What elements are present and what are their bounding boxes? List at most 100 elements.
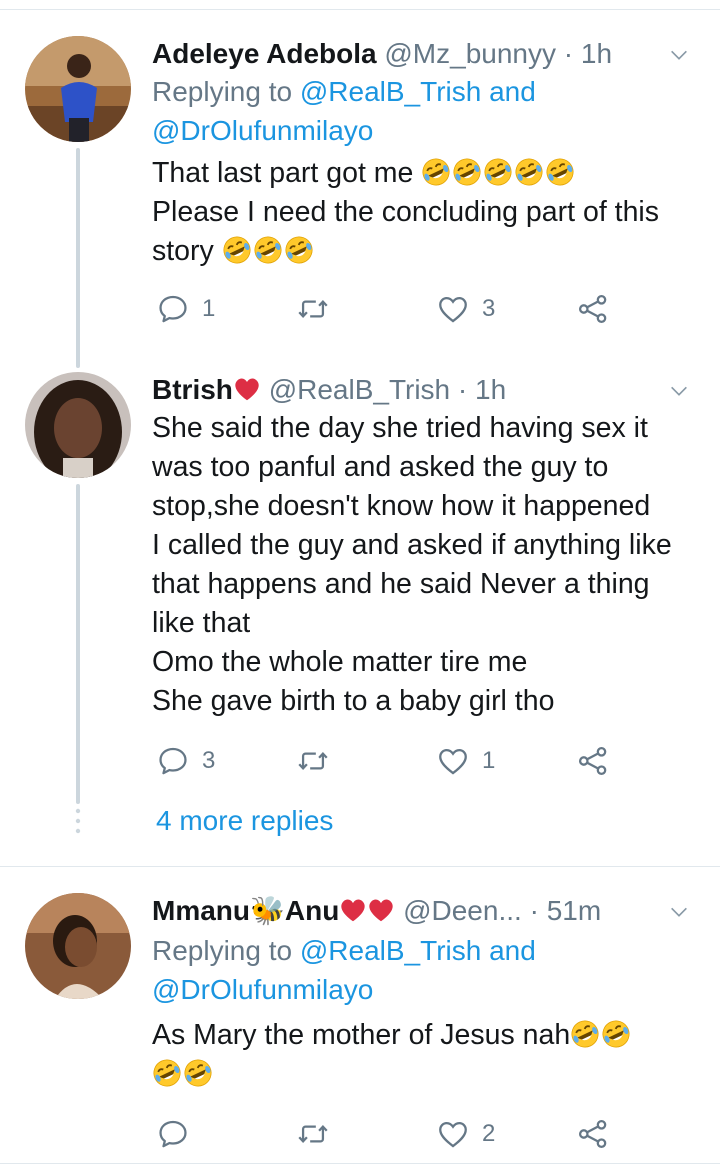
rofl-emoji-icon	[545, 157, 575, 187]
reply-count: 1	[202, 295, 216, 322]
user-handle[interactable]: @Deen...	[403, 895, 522, 926]
tweet-time: 1h	[475, 374, 507, 405]
rofl-emoji-icon	[570, 1019, 600, 1049]
replying-and[interactable]: and	[481, 935, 536, 966]
like-count: 1	[482, 747, 496, 774]
dot-separator: ·	[457, 374, 468, 405]
tweet-header: Adeleye Adebola @Mz_bunnyy · 1h	[152, 36, 660, 72]
tweet-text-line: That last part got me	[152, 157, 422, 189]
display-name-part[interactable]: Anu	[285, 895, 339, 926]
tweet-actions: 2	[152, 1114, 632, 1154]
tweet-header: Mmanu🐝Anu @Deen... · 51m	[152, 893, 660, 929]
display-name[interactable]: Adeleye Adebola	[152, 38, 377, 69]
mention-link[interactable]: @DrOlufunmilayo	[152, 974, 373, 1005]
dot-separator: ·	[563, 38, 574, 69]
tweet-btrish[interactable]: Btrish @RealB_Trish · 1h She said the da…	[0, 372, 720, 804]
tweet-adeleye[interactable]: Adeleye Adebola @Mz_bunnyy · 1h Replying…	[0, 36, 720, 368]
heart-icon	[436, 292, 470, 326]
like-button[interactable]: 3	[436, 289, 495, 329]
tweet-text-line: As Mary the mother of Jesus nah	[152, 1019, 571, 1051]
tweet-mmanu[interactable]: Mmanu🐝Anu @Deen... · 51m Replying to @Re…	[0, 893, 720, 1163]
heart-emoji-icon	[233, 376, 261, 402]
reply-button[interactable]: 3	[156, 741, 215, 781]
more-replies-link[interactable]: 4 more replies	[156, 805, 333, 837]
like-button[interactable]: 2	[436, 1114, 495, 1154]
share-button[interactable]	[576, 741, 610, 781]
retweet-button[interactable]	[296, 741, 342, 781]
retweet-button[interactable]	[296, 1114, 342, 1154]
like-count: 2	[482, 1120, 496, 1147]
tweet-text-line: story	[152, 235, 222, 267]
share-button[interactable]	[576, 289, 610, 329]
tweet-text-line: Omo the whole matter tire me	[152, 646, 528, 678]
tweet-text-line: was too panful and asked the guy to	[152, 451, 609, 483]
tweet-text: That last part got me Please I need the …	[152, 154, 700, 271]
tweet-actions: 3 1	[152, 741, 632, 781]
rofl-emoji-icon	[253, 235, 283, 265]
rofl-emoji-icon	[183, 1058, 213, 1088]
rofl-emoji-icon	[514, 157, 544, 187]
heart-icon	[436, 744, 470, 778]
thread-line	[76, 484, 80, 804]
reply-button[interactable]	[156, 1114, 202, 1154]
mention-link[interactable]: @DrOlufunmilayo	[152, 115, 373, 146]
thread-dots-icon	[75, 808, 81, 834]
reply-icon	[156, 744, 190, 778]
divider	[0, 866, 720, 867]
mention-link[interactable]: @RealB_Trish	[300, 76, 481, 107]
reply-icon	[156, 1117, 190, 1151]
like-button[interactable]: 1	[436, 741, 495, 781]
display-name[interactable]: Mmanu	[152, 895, 250, 926]
divider	[0, 1163, 720, 1164]
display-name[interactable]: Btrish	[152, 374, 233, 405]
tweet-text-line: I called the guy and asked if anything l…	[152, 529, 672, 561]
reply-button[interactable]: 1	[156, 289, 215, 329]
retweet-icon	[296, 744, 330, 778]
tweet-time: 1h	[580, 38, 613, 69]
replying-and[interactable]: and	[481, 76, 536, 107]
tweet-text: She said the day she tried having sex it…	[152, 409, 700, 721]
share-button[interactable]	[576, 1114, 610, 1154]
retweet-icon	[296, 1117, 330, 1151]
share-icon	[576, 1117, 610, 1151]
retweet-icon	[296, 292, 330, 326]
tweet-header: Btrish @RealB_Trish · 1h	[152, 372, 660, 408]
avatar[interactable]	[25, 372, 131, 478]
rofl-emoji-icon	[421, 157, 451, 187]
reply-count: 3	[202, 747, 216, 774]
top-divider	[0, 0, 720, 10]
retweet-button[interactable]	[296, 289, 342, 329]
tweet-text-line: stop,she doesn't know how it happened	[152, 490, 651, 522]
rofl-emoji-icon	[601, 1019, 631, 1049]
dot-separator: ·	[529, 895, 539, 926]
share-icon	[576, 292, 610, 326]
heart-emoji-icon	[367, 897, 395, 923]
chevron-down-icon[interactable]	[668, 901, 690, 923]
thread-line	[76, 148, 80, 368]
rofl-emoji-icon	[152, 1058, 182, 1088]
replying-prefix: Replying to	[152, 76, 300, 107]
avatar[interactable]	[25, 36, 131, 142]
rofl-emoji-icon	[452, 157, 482, 187]
tweet-text-line: that happens and he said Never a thing	[152, 568, 650, 600]
chevron-down-icon[interactable]	[668, 380, 690, 402]
avatar[interactable]	[25, 893, 131, 999]
tweet-text-line: She gave birth to a baby girl tho	[152, 685, 555, 717]
heart-emoji-icon	[339, 897, 367, 923]
replying-prefix: Replying to	[152, 935, 300, 966]
share-icon	[576, 744, 610, 778]
replying-to: Replying to @RealB_Trish and @DrOlufunmi…	[152, 931, 536, 1009]
like-count: 3	[482, 295, 496, 322]
rofl-emoji-icon	[284, 235, 314, 265]
mention-link[interactable]: @RealB_Trish	[300, 935, 481, 966]
tweet-text-line: like that	[152, 607, 251, 639]
reply-icon	[156, 292, 190, 326]
tweet-actions: 1 3	[152, 289, 632, 329]
rofl-emoji-icon	[222, 235, 252, 265]
user-handle[interactable]: @Mz_bunnyy	[384, 38, 556, 69]
user-handle[interactable]: @RealB_Trish	[269, 374, 450, 405]
replying-to: Replying to @RealB_Trish and @DrOlufunmi…	[152, 72, 536, 150]
heart-icon	[436, 1117, 470, 1151]
rofl-emoji-icon	[483, 157, 513, 187]
chevron-down-icon[interactable]	[668, 44, 690, 66]
